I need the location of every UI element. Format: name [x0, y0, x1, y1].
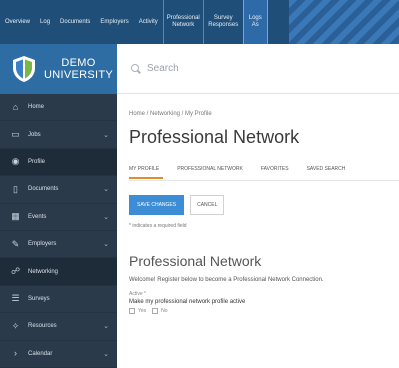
action-buttons: SAVE CHANGES CANCEL	[129, 195, 399, 215]
intro-text: Welcome! Register below to become a Prof…	[129, 277, 324, 283]
breadcrumb[interactable]: Home / Networking / My Profile	[129, 111, 399, 117]
search-input[interactable]: Search	[147, 63, 179, 74]
sidebar-item-jobs[interactable]: ▭ Jobs ⌄	[0, 121, 117, 149]
radio-label: No	[161, 308, 168, 314]
sidebar-item-profile[interactable]: ◉ Profile	[0, 148, 117, 177]
survey-icon: ☰	[11, 293, 20, 304]
chevron-down-icon: ⌄	[103, 131, 109, 139]
sidebar-item-label: Jobs	[28, 131, 41, 138]
tab-bar: MY PROFILE PROFESSIONAL NETWORK FAVORITE…	[129, 166, 399, 180]
chevron-right-icon: ›	[14, 348, 17, 359]
checkbox-icon[interactable]	[152, 308, 159, 314]
tab-divider	[129, 180, 399, 181]
sidebar-item-events[interactable]: ▦ Events ⌄	[0, 204, 117, 231]
radio-option-yes[interactable]: Yes	[129, 308, 146, 314]
logo-line-2: UNIVERSITY	[44, 69, 114, 81]
logo-text: DEMO UNIVERSITY	[44, 57, 113, 81]
logo-line-1: DEMO	[61, 57, 96, 69]
briefcase-icon: ▭	[11, 129, 20, 140]
sidebar-item-label: Employers	[28, 241, 57, 248]
sidebar-item-label: Networking	[28, 268, 59, 275]
chevron-down-icon: ⌄	[103, 323, 109, 331]
search-bar[interactable]: Search	[117, 44, 399, 94]
topnav-item-documents[interactable]: Documents	[55, 0, 95, 44]
sidebar-item-employers[interactable]: ✎ Employers ⌄	[0, 231, 117, 259]
profile-icon: ◉	[11, 156, 20, 167]
calendar-icon: ▦	[11, 211, 20, 222]
handshake-icon: ✎	[11, 238, 20, 249]
main-content: Home / Networking / My Profile Professio…	[117, 94, 399, 368]
sidebar-item-label: Profile	[28, 158, 46, 165]
topnav-decoration	[289, 0, 399, 44]
topnav-item-logs-as[interactable]: Logs As	[242, 0, 268, 44]
chevron-down-icon: ⌄	[103, 213, 109, 221]
top-navigation: Overview Log Documents Employers Activit…	[0, 0, 399, 44]
checkbox-icon[interactable]	[129, 308, 135, 314]
search-icon	[131, 63, 141, 74]
chevron-down-icon: ⌄	[103, 186, 109, 194]
topnav-item-professional-network[interactable]: Professional Network	[162, 0, 203, 44]
active-field-label: Active *	[129, 291, 146, 297]
sidebar-item-label: Documents	[28, 186, 59, 193]
topnav-item-employers[interactable]: Employers	[95, 0, 133, 44]
document-icon: ▯	[13, 183, 18, 194]
sidebar-item-label: Calendar	[28, 350, 53, 357]
save-changes-button[interactable]: SAVE CHANGES	[129, 195, 185, 215]
shield-logo-icon	[12, 55, 36, 83]
active-field-description: Make my professional network profile act…	[129, 299, 246, 305]
topnav-item-activity[interactable]: Activity	[134, 0, 163, 44]
tab-my-profile[interactable]: MY PROFILE	[129, 166, 164, 180]
sidebar-item-label: Home	[28, 104, 45, 111]
sidebar-item-label: Surveys	[28, 295, 50, 302]
sidebar-item-documents[interactable]: ▯ Documents ⌄	[0, 176, 117, 204]
tab-saved-search[interactable]: SAVED SEARCH	[307, 166, 346, 180]
tab-professional-network[interactable]: PROFESSIONAL NETWORK	[177, 166, 243, 180]
header: DEMO UNIVERSITY Search	[0, 44, 399, 94]
sidebar: ⌂ Home ▭ Jobs ⌄ ◉ Profile ▯ Documents ⌄ …	[0, 94, 117, 368]
radio-label: Yes	[138, 308, 147, 314]
sidebar-item-label: Resources	[28, 323, 57, 330]
home-icon: ⌂	[12, 101, 19, 112]
sidebar-item-resources[interactable]: ✧ Resources ⌄	[0, 313, 117, 341]
topnav-item-log[interactable]: Log	[35, 0, 55, 44]
required-field-note: * indicates a required field	[129, 223, 187, 229]
chevron-down-icon: ⌄	[103, 350, 109, 358]
sidebar-item-networking[interactable]: ☍ Networking	[0, 258, 117, 286]
sidebar-item-surveys[interactable]: ☰ Surveys	[0, 286, 117, 314]
sidebar-item-calendar[interactable]: › Calendar ⌄	[0, 341, 117, 368]
page-title: Professional Network	[129, 127, 300, 147]
resources-icon: ✧	[11, 320, 20, 331]
active-radio-group: Yes No	[129, 308, 399, 314]
radio-option-no[interactable]: No	[152, 308, 168, 314]
sidebar-item-home[interactable]: ⌂ Home	[0, 94, 117, 122]
section-title: Professional Network	[129, 253, 262, 269]
chevron-down-icon: ⌄	[103, 241, 109, 249]
topnav-item-overview[interactable]: Overview	[0, 0, 35, 44]
logo[interactable]: DEMO UNIVERSITY	[0, 44, 117, 94]
network-icon: ☍	[10, 266, 21, 277]
tab-favorites[interactable]: FAVORITES	[261, 166, 289, 180]
sidebar-item-label: Events	[28, 213, 47, 220]
topnav-item-survey-responses[interactable]: Survey Responses	[202, 0, 243, 44]
cancel-button[interactable]: CANCEL	[190, 195, 225, 215]
